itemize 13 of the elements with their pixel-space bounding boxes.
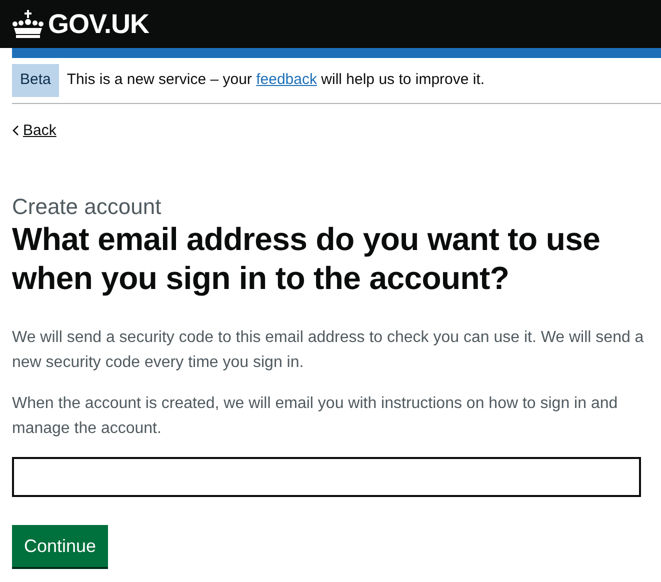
- chevron-left-icon: [12, 125, 19, 136]
- email-field[interactable]: [12, 457, 641, 498]
- feedback-link[interactable]: feedback: [256, 71, 317, 88]
- banner-text: This is a new service – your feedback will help us to improve it.: [66, 70, 485, 90]
- continue-button[interactable]: Continue: [12, 525, 108, 568]
- caption: Create account: [12, 194, 162, 220]
- phase-tag: Beta: [12, 64, 59, 96]
- back-link[interactable]: Back: [23, 120, 56, 142]
- body-text: We will send a security code to this email address to check you can use it. We will send a new security code every time you sign in.: [12, 328, 645, 374]
- logo-link[interactable]: GOV.UK: [48, 4, 150, 44]
- crown-icon: [12, 9, 44, 39]
- page-heading: What email address do you want to use when you sign in to the account?: [12, 220, 602, 298]
- body-text: When the account is created, we will email you with instructions on how to sign in and manage the account.: [12, 394, 619, 440]
